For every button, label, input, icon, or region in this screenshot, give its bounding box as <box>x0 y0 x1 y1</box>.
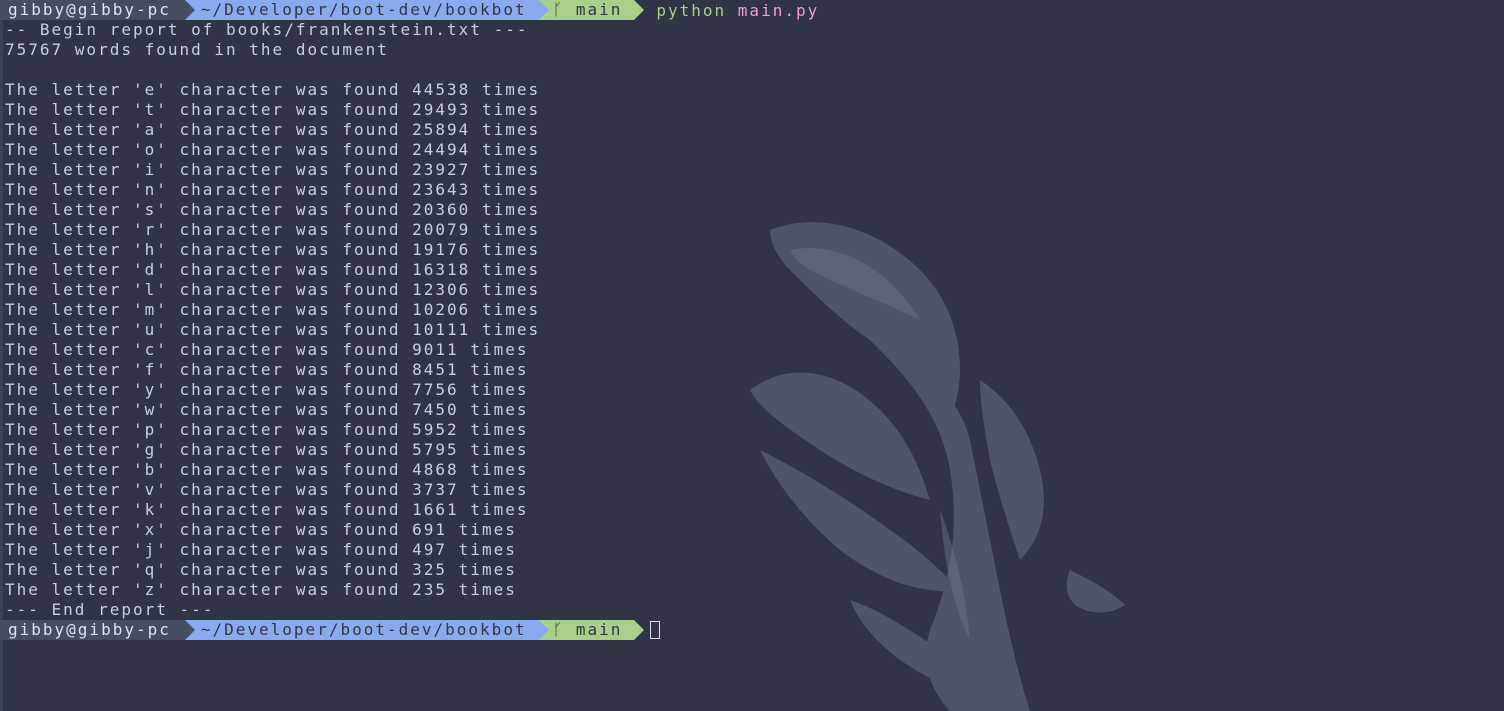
report-header: -- Begin report of books/frankenstein.tx… <box>5 20 529 39</box>
prompt-git-segment: ᚴ main <box>538 0 645 20</box>
prompt-path: ~/Developer/boot-dev/bookbot <box>200 620 527 639</box>
segment-arrow <box>634 0 645 20</box>
letter-count-line: The letter 'y' character was found 7756 … <box>5 380 529 399</box>
letter-count-line: The letter 'n' character was found 23643… <box>5 180 541 199</box>
letter-count-line: The letter 'm' character was found 10206… <box>5 300 541 319</box>
letter-count-line: The letter 'h' character was found 19176… <box>5 240 541 259</box>
letter-count-line: The letter 'v' character was found 3737 … <box>5 480 529 499</box>
prompt-path-segment: ~/Developer/boot-dev/bookbot <box>184 620 549 640</box>
prompt-line-command: gibby@gibby-pc ~/Developer/boot-dev/bookb… <box>0 0 819 20</box>
command-program: python <box>656 0 727 20</box>
letter-count-line: The letter 'w' character was found 7450 … <box>5 400 529 419</box>
command-argument: main.py <box>737 0 820 20</box>
segment-arrow <box>184 0 195 20</box>
letter-count-line: The letter 'u' character was found 10111… <box>5 320 541 339</box>
window-edge <box>0 0 3 711</box>
segment-arrow <box>538 0 549 20</box>
word-count-line: 75767 words found in the document <box>5 40 389 59</box>
letter-count-line: The letter 'z' character was found 235 t… <box>5 580 517 599</box>
command-text: python main.py <box>656 1 819 20</box>
letter-count-line: The letter 'f' character was found 8451 … <box>5 360 529 379</box>
letter-count-line: The letter 'g' character was found 5795 … <box>5 440 529 459</box>
branch-icon: ᚴ <box>552 620 565 639</box>
letter-count-line: The letter 'e' character was found 44538… <box>5 80 541 99</box>
letter-count-line: The letter 'd' character was found 16318… <box>5 260 541 279</box>
letter-count-line: The letter 'l' character was found 12306… <box>5 280 541 299</box>
prompt-user-segment: gibby@gibby-pc <box>0 0 195 20</box>
prompt-git-segment: ᚴ main <box>538 620 645 640</box>
prompt-user-segment: gibby@gibby-pc <box>0 620 195 640</box>
letter-count-line: The letter 'a' character was found 25894… <box>5 120 541 139</box>
letter-count-line: The letter 'x' character was found 691 t… <box>5 520 517 539</box>
letter-count-line: The letter 't' character was found 29493… <box>5 100 541 119</box>
terminal-output: gibby@gibby-pc ~/Developer/boot-dev/bookb… <box>0 0 819 640</box>
letter-count-line: The letter 'i' character was found 23927… <box>5 160 541 179</box>
branch-icon: ᚴ <box>552 0 565 19</box>
prompt-path-segment: ~/Developer/boot-dev/bookbot <box>184 0 549 20</box>
letter-count-line: The letter 'c' character was found 9011 … <box>5 340 529 359</box>
segment-arrow <box>634 620 645 640</box>
prompt-branch: main <box>575 620 623 639</box>
letter-count-line: The letter 'q' character was found 325 t… <box>5 560 517 579</box>
text-cursor[interactable] <box>650 621 661 639</box>
prompt-line-active[interactable]: gibby@gibby-pc ~/Developer/boot-dev/bookb… <box>0 620 819 640</box>
letter-count-line: The letter 'r' character was found 20079… <box>5 220 541 239</box>
letter-count-line: The letter 'b' character was found 4868 … <box>5 460 529 479</box>
letter-count-line: The letter 'p' character was found 5952 … <box>5 420 529 439</box>
prompt-user: gibby@gibby-pc <box>8 0 171 19</box>
segment-arrow <box>538 620 549 640</box>
terminal-window[interactable]: gibby@gibby-pc ~/Developer/boot-dev/bookb… <box>0 0 1504 711</box>
prompt-branch: main <box>575 0 623 19</box>
prompt-path: ~/Developer/boot-dev/bookbot <box>200 0 527 19</box>
report-footer: --- End report --- <box>5 600 215 619</box>
segment-arrow <box>184 620 195 640</box>
prompt-user: gibby@gibby-pc <box>8 620 171 639</box>
letter-count-line: The letter 'k' character was found 1661 … <box>5 500 529 519</box>
letter-count-line: The letter 's' character was found 20360… <box>5 200 541 219</box>
letter-count-line: The letter 'j' character was found 497 t… <box>5 540 517 559</box>
letter-count-line: The letter 'o' character was found 24494… <box>5 140 541 159</box>
